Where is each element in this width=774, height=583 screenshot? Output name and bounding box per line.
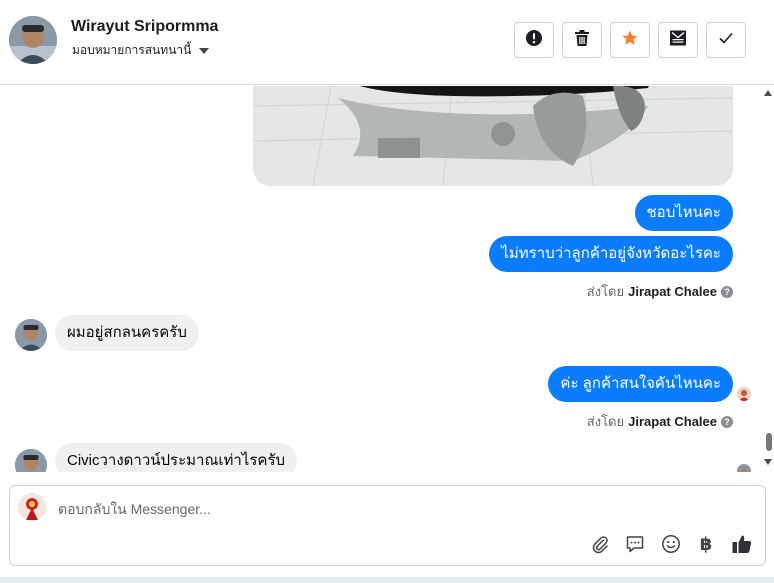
mark-done-button[interactable] xyxy=(706,22,746,58)
delete-button[interactable] xyxy=(562,22,602,58)
reply-composer: ฿ xyxy=(9,485,766,566)
contact-avatar-small[interactable] xyxy=(15,449,47,472)
chevron-down-icon xyxy=(199,47,210,54)
star-icon xyxy=(621,29,639,52)
exclamation-icon xyxy=(525,29,543,52)
question-icon[interactable]: ? xyxy=(721,285,733,298)
contact-avatar-small[interactable] xyxy=(15,319,47,351)
contact-avatar[interactable] xyxy=(9,16,57,64)
check-icon xyxy=(718,31,734,50)
star-button[interactable] xyxy=(610,22,650,58)
contact-name[interactable]: Wirayut Sripormma xyxy=(71,18,218,36)
mark-unread-button[interactable] xyxy=(658,22,698,58)
message-bubble-outgoing[interactable]: ไม่ทราบว่าลูกค้าอยู่จังหวัดอะไรคะ xyxy=(489,236,733,272)
conversation-header: Wirayut Sripormma มอบหมายการสนทนานี้ xyxy=(0,0,774,85)
scrollbar-thumb[interactable] xyxy=(766,433,772,451)
assign-label: มอบหมายการสนทนานี้ xyxy=(72,43,192,57)
speech-bubble-icon[interactable] xyxy=(623,532,647,556)
trash-icon xyxy=(574,29,590,52)
sent-by-prefix: ส่งโดย xyxy=(586,284,625,299)
message-bubble-incoming[interactable]: ผมอยู่สกลนครครับ xyxy=(55,315,199,351)
paperclip-icon[interactable] xyxy=(588,532,612,556)
reply-input[interactable] xyxy=(56,498,746,520)
agent-name: Jirapat Chalee xyxy=(628,414,717,429)
read-receipt-avatar xyxy=(737,464,751,472)
smiley-icon[interactable] xyxy=(659,532,683,556)
read-receipt-avatar xyxy=(737,387,751,401)
mark-unread-icon xyxy=(669,29,687,52)
question-icon[interactable]: ? xyxy=(721,415,733,428)
sent-by-label: ส่งโดย Jirapat Chalee ? xyxy=(587,411,733,432)
agent-name: Jirapat Chalee xyxy=(628,284,717,299)
scroll-up-arrow[interactable] xyxy=(764,90,772,96)
sent-by-prefix: ส่งโดย xyxy=(586,414,625,429)
assign-conversation-dropdown[interactable]: มอบหมายการสนทนานี้ xyxy=(72,41,210,60)
message-bubble-outgoing[interactable]: ค่ะ ลูกค้าสนใจคันไหนคะ xyxy=(548,366,733,402)
sent-by-label: ส่งโดย Jirapat Chalee ? xyxy=(587,281,733,302)
baht-icon[interactable]: ฿ xyxy=(694,532,718,556)
message-thread[interactable]: ชอบไหนคะ ไม่ทราบว่าลูกค้าอยู่จังหวัดอะไร… xyxy=(0,86,774,472)
page-avatar xyxy=(18,493,46,521)
message-bubble-outgoing[interactable]: ชอบไหนคะ xyxy=(634,195,733,231)
thumbs-up-icon[interactable] xyxy=(730,532,754,556)
mark-spam-button[interactable] xyxy=(514,22,554,58)
message-bubble-incoming[interactable]: Civicวางดาวน์ประมาณเท่าไรครับ xyxy=(55,443,298,472)
car-photo-attachment[interactable] xyxy=(253,86,733,186)
scroll-down-arrow[interactable] xyxy=(764,459,772,465)
footer-strip xyxy=(0,577,774,583)
